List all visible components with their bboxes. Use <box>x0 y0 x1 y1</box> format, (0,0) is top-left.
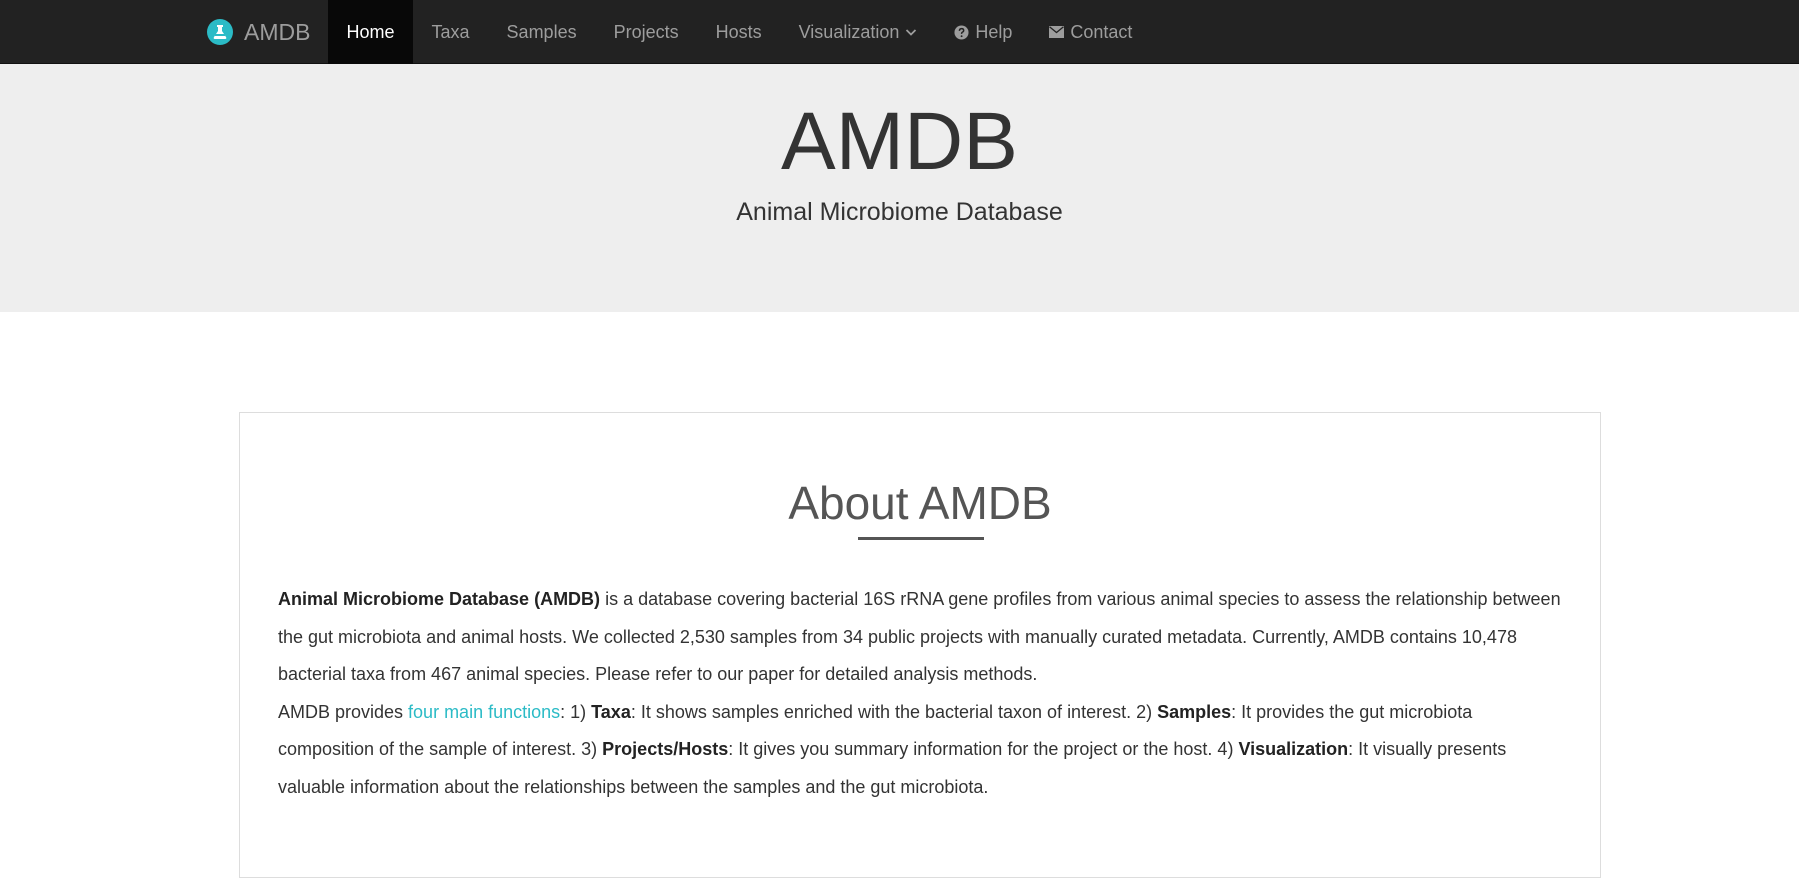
top-navbar: AMDB Home Taxa Samples Projects Hosts Vi… <box>0 0 1799 64</box>
about-p2-intro: AMDB provides <box>278 701 409 722</box>
nav-taxa-label: Taxa <box>431 21 470 42</box>
hero-banner: AMDB Animal Microbiome Database <box>0 64 1799 312</box>
nav-hosts[interactable]: Hosts <box>697 0 780 64</box>
about-db-name: Animal Microbiome Database (AMDB) <box>278 589 601 609</box>
nav-home[interactable]: Home <box>328 0 414 64</box>
about-panel: About AMDB Animal Microbiome Database (A… <box>239 412 1601 878</box>
brand-home-link[interactable]: AMDB <box>207 0 310 64</box>
about-heading: About AMDB <box>788 477 1052 529</box>
about-heading-underline <box>858 537 984 540</box>
function-taxa: Taxa <box>591 701 631 722</box>
main-nav: Home Taxa Samples Projects Hosts Visuali… <box>328 0 1151 64</box>
nav-samples[interactable]: Samples <box>488 0 595 64</box>
nav-projects-label: Projects <box>613 21 679 42</box>
four-main-functions-link[interactable]: four main functions <box>408 702 560 722</box>
envelope-icon <box>1049 26 1065 38</box>
question-circle-icon <box>954 24 969 40</box>
about-description: Animal Microbiome Database (AMDB) is a d… <box>278 581 1568 806</box>
chevron-down-icon <box>905 26 917 38</box>
brand-name: AMDB <box>244 18 311 45</box>
hero-title: AMDB <box>781 96 1018 187</box>
about-p2-t2: : It shows samples enriched with the bac… <box>630 701 1158 722</box>
nav-taxa[interactable]: Taxa <box>413 0 488 64</box>
nav-hosts-label: Hosts <box>715 21 762 42</box>
about-paragraph-1: Animal Microbiome Database (AMDB) is a d… <box>278 581 1568 694</box>
nav-contact-label: Contact <box>1070 21 1133 42</box>
about-paragraph-2: AMDB provides four main functions: 1) Ta… <box>278 694 1568 807</box>
function-projects-hosts: Projects/Hosts <box>602 739 729 759</box>
nav-samples-label: Samples <box>506 21 577 42</box>
nav-home-label: Home <box>346 21 395 42</box>
about-p2-t4: : It gives you summary information for t… <box>728 739 1239 759</box>
nav-help-label: Help <box>975 21 1013 42</box>
nav-projects[interactable]: Projects <box>595 0 697 64</box>
nav-contact[interactable]: Contact <box>1031 0 1151 64</box>
function-visualization: Visualization <box>1238 739 1349 759</box>
flask-icon <box>207 19 233 45</box>
nav-visualization-label: Visualization <box>798 21 900 42</box>
hero-subtitle: Animal Microbiome Database <box>736 198 1063 226</box>
nav-help[interactable]: Help <box>936 0 1031 64</box>
about-p2-t1: : 1) <box>560 701 592 722</box>
nav-visualization-dropdown[interactable]: Visualization <box>780 0 936 64</box>
function-samples: Samples <box>1157 701 1232 722</box>
